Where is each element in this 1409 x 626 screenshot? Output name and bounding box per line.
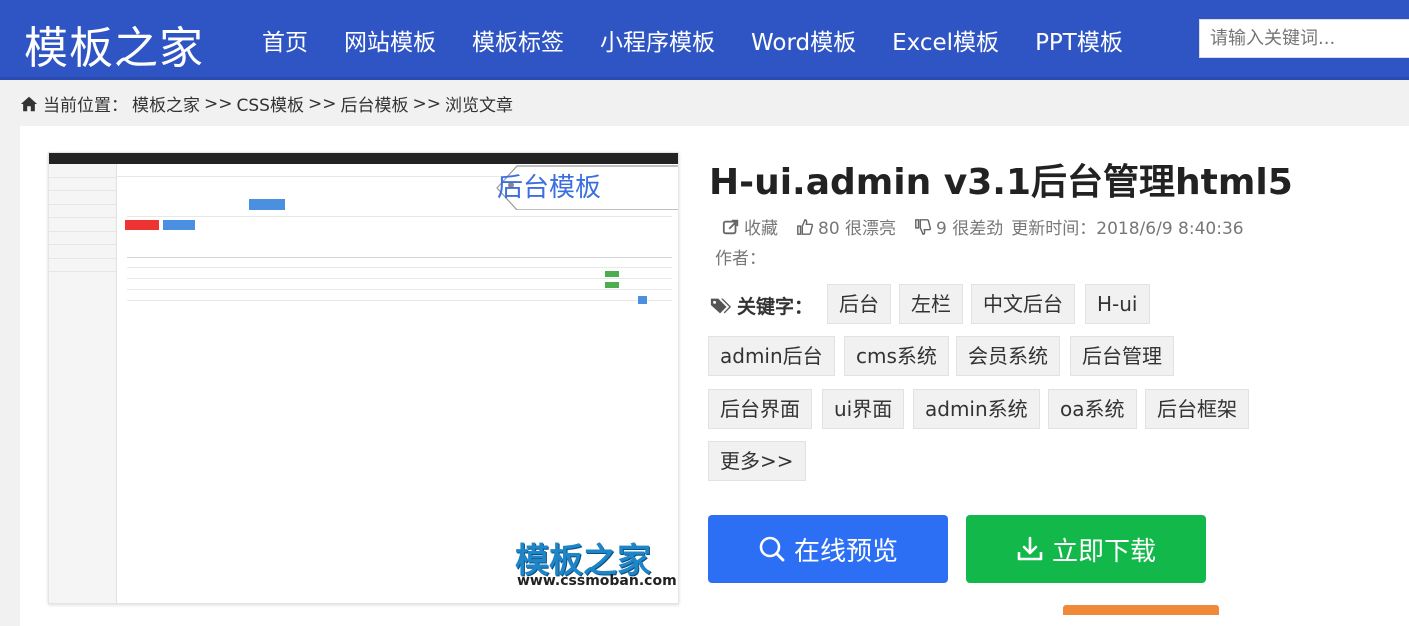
breadcrumb: 当前位置： 模板之家 >> CSS模板 >> 后台模板 >> 浏览文章: [20, 91, 517, 116]
preview-sidebar: [49, 164, 117, 603]
page-title: H-ui.admin v3.1后台管理html5: [709, 162, 1293, 203]
tag-item[interactable]: H-ui: [1085, 284, 1150, 324]
nav-home[interactable]: 首页: [262, 23, 308, 57]
online-preview-button[interactable]: 在线预览: [708, 515, 948, 583]
keyword-label: 关键字：: [710, 292, 813, 319]
tag-item[interactable]: 后台界面: [708, 389, 812, 429]
tag-item[interactable]: admin后台: [708, 336, 835, 376]
tags-icon: [710, 298, 732, 313]
thumbs-down-icon: [915, 218, 932, 235]
tag-item[interactable]: cms系统: [844, 336, 949, 376]
breadcrumb-css-templates[interactable]: CSS模板: [237, 91, 304, 116]
site-header: 模板之家 首页 网站模板 模板标签 小程序模板 Word模板 Excel模板 P…: [0, 0, 1409, 80]
tag-item[interactable]: admin系统: [913, 389, 1040, 429]
main-nav: 首页 网站模板 模板标签 小程序模板 Word模板 Excel模板 PPT模板: [262, 0, 1159, 80]
nav-ppt-templates[interactable]: PPT模板: [1035, 23, 1123, 57]
download-label: 立即下载: [1051, 536, 1156, 567]
tag-item[interactable]: 会员系统: [956, 336, 1060, 376]
breadcrumb-separator: >>: [412, 93, 441, 114]
home-icon: [20, 96, 38, 111]
download-button[interactable]: 立即下载: [966, 515, 1206, 583]
tag-item[interactable]: 中文后台: [971, 284, 1075, 324]
site-logo[interactable]: 模板之家: [24, 12, 204, 76]
tag-item[interactable]: ui界面: [822, 389, 905, 429]
breadcrumb-separator: >>: [307, 93, 337, 114]
breadcrumb-separator: >>: [204, 93, 233, 114]
dislike-count[interactable]: 9 很差劲: [936, 214, 1003, 239]
like-count[interactable]: 80 很漂亮: [818, 214, 896, 239]
tag-item[interactable]: oa系统: [1048, 389, 1137, 429]
favorite-button[interactable]: 收藏: [744, 214, 778, 239]
watermark-url: www.cssmoban.com: [517, 573, 677, 589]
tag-item[interactable]: 后台管理: [1070, 336, 1174, 376]
nav-miniprogram-templates[interactable]: 小程序模板: [600, 23, 715, 57]
search-icon: [759, 536, 785, 562]
partial-orange-button[interactable]: [1063, 605, 1219, 615]
update-time: 更新时间：2018/6/9 8:40:36: [1011, 219, 1244, 239]
nav-website-templates[interactable]: 网站模板: [344, 23, 436, 57]
preview-category-label: 后台模板: [497, 173, 602, 203]
article-meta: 收藏 80 很漂亮 9 很差劲 更新时间：2018/6/9 8:40:36: [722, 214, 1244, 239]
preview-topbar: [49, 153, 678, 164]
tag-item[interactable]: 左栏: [899, 284, 963, 324]
keyword-label-text: 关键字：: [737, 296, 814, 318]
share-icon: [722, 219, 739, 234]
nav-word-templates[interactable]: Word模板: [751, 23, 856, 57]
breadcrumb-home[interactable]: 模板之家: [132, 91, 200, 116]
nav-excel-templates[interactable]: Excel模板: [892, 23, 999, 57]
breadcrumb-admin-templates[interactable]: 后台模板: [340, 91, 408, 116]
breadcrumb-prefix: 当前位置：: [43, 96, 128, 116]
nav-template-tags[interactable]: 模板标签: [472, 23, 564, 57]
author-label: 作者：: [715, 249, 766, 269]
tag-item[interactable]: 后台框架: [1145, 389, 1249, 429]
more-tags-link[interactable]: 更多>>: [708, 441, 806, 481]
breadcrumb-current: 浏览文章: [444, 96, 513, 116]
download-icon: [1017, 536, 1043, 561]
search-input[interactable]: [1199, 19, 1409, 58]
thumbs-up-icon: [797, 218, 814, 235]
tag-item[interactable]: 后台: [827, 284, 891, 324]
online-preview-label: 在线预览: [793, 536, 898, 567]
